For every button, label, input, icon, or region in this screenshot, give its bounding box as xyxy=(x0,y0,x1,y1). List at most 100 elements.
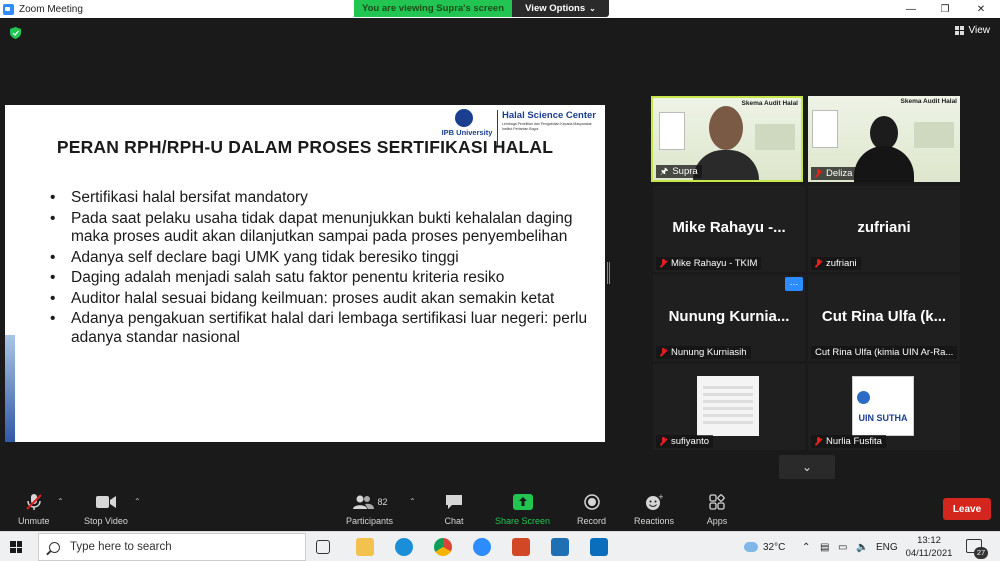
video-tile-nurlia-fusfita[interactable]: UIN SUTHA Nurlia Fusfita xyxy=(808,364,960,450)
participant-name: sufiyanto xyxy=(671,436,710,447)
participants-button[interactable]: 82 Participants xyxy=(346,493,393,526)
weather-cloud-icon xyxy=(744,542,758,552)
slide-decoration xyxy=(5,335,15,442)
view-options-label: View Options xyxy=(525,3,586,14)
leave-button[interactable]: Leave xyxy=(943,498,991,520)
background-graphic xyxy=(755,124,795,150)
gallery-next-page-button[interactable]: ⌄ xyxy=(779,455,835,479)
participant-body xyxy=(693,150,759,180)
task-view-icon[interactable] xyxy=(316,540,330,554)
volume-icon[interactable]: 🔈 xyxy=(856,532,868,561)
video-tile-cut-rina-ulfa[interactable]: Cut Rina Ulfa (k... Cut Rina Ulfa (kimia… xyxy=(808,275,960,361)
more-options-button[interactable]: … xyxy=(785,277,803,291)
notification-count-badge: 27 xyxy=(974,547,988,559)
video-tile-sufiyanto[interactable]: sufiyanto xyxy=(653,364,805,450)
tile-banner-text: Skema Audit Halal xyxy=(741,100,798,107)
windows-taskbar: Type here to search 32°C ⌃ ▤ ▭ 🔈 ENG 13:… xyxy=(0,531,1000,561)
close-icon[interactable]: ✕ xyxy=(964,0,998,18)
participant-name-label: zufriani xyxy=(811,257,861,270)
video-tile-zufriani[interactable]: zufriani zufriani xyxy=(808,186,960,272)
video-tile-nunung-kurniasih[interactable]: Nunung Kurnia... … Nunung Kurniasih xyxy=(653,275,805,361)
muted-mic-icon xyxy=(815,437,822,446)
show-hidden-icons-icon[interactable]: ⌃ xyxy=(802,532,810,561)
hsc-logo-subtitle: Lembaga Penelitian dan Pengabdian Kepada… xyxy=(502,122,592,131)
smiley-icon: + xyxy=(643,493,665,511)
record-button[interactable]: Record xyxy=(577,493,606,526)
participant-picture: UIN SUTHA xyxy=(852,376,914,436)
ipb-logo-text: IPB University xyxy=(441,128,493,137)
participant-name-label: Mike Rahayu - TKIM xyxy=(656,257,762,270)
participants-options-caret-icon[interactable]: ⌃ xyxy=(409,497,416,506)
meeting-toolbar: Unmute ⌃ Stop Video ⌃ 82 Participants ⌃ … xyxy=(0,487,1000,531)
zoom-app-icon xyxy=(3,3,14,15)
network-icon[interactable]: ▤ xyxy=(820,532,829,561)
maximize-icon[interactable]: ❐ xyxy=(928,0,962,18)
minimize-icon[interactable]: — xyxy=(894,0,928,18)
security-shield-icon[interactable] xyxy=(10,27,21,39)
participant-display-name: Mike Rahayu -... xyxy=(672,219,786,236)
share-screen-button[interactable]: Share Screen xyxy=(495,493,550,526)
media-player-icon[interactable] xyxy=(590,538,608,556)
muted-mic-icon xyxy=(660,437,667,446)
participant-name-label: 🖈 Supra xyxy=(656,165,702,178)
battery-icon[interactable]: ▭ xyxy=(838,532,847,561)
window-title: Zoom Meeting xyxy=(19,3,83,15)
file-explorer-icon[interactable] xyxy=(356,538,374,556)
input-language[interactable]: ENG xyxy=(876,532,898,561)
apps-icon xyxy=(706,493,728,511)
reactions-button[interactable]: + Reactions xyxy=(634,493,674,526)
participant-head xyxy=(870,116,898,150)
viewing-screen-banner: You are viewing Supra's screen xyxy=(354,0,512,17)
chat-button[interactable]: Chat xyxy=(443,493,465,526)
participants-icon: 82 xyxy=(348,493,392,511)
participant-name: zufriani xyxy=(826,258,857,269)
muted-mic-icon xyxy=(660,259,667,268)
zoom-taskbar-icon[interactable] xyxy=(473,538,491,556)
hsc-logo-title: Halal Science Center xyxy=(502,110,596,121)
muted-mic-icon xyxy=(660,348,667,357)
slide-thumbnail xyxy=(812,110,838,148)
slide-bullet: Daging adalah menjadi salah satu faktor … xyxy=(50,269,590,288)
participant-name-label: Nunung Kurniasih xyxy=(656,346,751,359)
screen-thumbnail xyxy=(703,386,753,426)
slide-heading: PERAN RPH/RPH-U DALAM PROSES SERTIFIKASI… xyxy=(56,137,554,157)
video-tile-deliza[interactable]: Skema Audit Halal Deliza xyxy=(808,96,960,182)
taskbar-search-box[interactable]: Type here to search xyxy=(38,533,306,561)
participant-name: Supra xyxy=(672,166,698,177)
reactions-label: Reactions xyxy=(634,516,675,526)
participant-body xyxy=(854,146,914,182)
view-button[interactable]: View xyxy=(954,25,990,36)
temperature: 32°C xyxy=(763,541,786,553)
shared-screen: IPB University Halal Science Center Lemb… xyxy=(5,105,605,442)
video-tile-supra[interactable]: Skema Audit Halal 🖈 Supra xyxy=(651,96,803,182)
search-icon xyxy=(49,541,60,553)
video-tile-mike-rahayu[interactable]: Mike Rahayu -... Mike Rahayu - TKIM xyxy=(653,186,805,272)
system-clock[interactable]: 13:12 04/11/2021 xyxy=(900,534,958,560)
grid-icon xyxy=(954,26,964,35)
panel-splitter-handle[interactable] xyxy=(607,262,610,284)
chrome-browser-icon[interactable] xyxy=(434,538,452,556)
photos-icon[interactable] xyxy=(551,538,569,556)
windows-start-icon[interactable] xyxy=(10,541,22,553)
unmute-button[interactable]: Unmute xyxy=(18,493,50,526)
tile-banner-text: Skema Audit Halal xyxy=(900,98,957,105)
participant-name-label: Deliza xyxy=(811,167,857,180)
uin-logo-icon xyxy=(857,391,870,404)
clock-time: 13:12 xyxy=(917,535,941,546)
edge-browser-icon[interactable] xyxy=(395,538,413,556)
unmute-label: Unmute xyxy=(18,516,50,526)
participant-name: Deliza xyxy=(826,168,853,179)
weather-widget[interactable]: 32°C xyxy=(744,532,785,561)
participants-label: Participants xyxy=(346,516,394,526)
ipb-seal-icon xyxy=(455,109,473,127)
stop-video-button[interactable]: Stop Video xyxy=(84,493,128,526)
apps-button[interactable]: Apps xyxy=(706,493,728,526)
stop-video-label: Stop Video xyxy=(84,516,128,526)
video-options-caret-icon[interactable]: ⌃ xyxy=(134,497,141,506)
apps-label: Apps xyxy=(706,516,728,526)
powerpoint-icon[interactable] xyxy=(512,538,530,556)
chat-label: Chat xyxy=(444,516,464,526)
audio-options-caret-icon[interactable]: ⌃ xyxy=(57,497,64,506)
view-options-button[interactable]: View Options ⌄ xyxy=(512,0,609,17)
slide-bullet: Adanya pengakuan sertifikat halal dari l… xyxy=(50,310,590,347)
